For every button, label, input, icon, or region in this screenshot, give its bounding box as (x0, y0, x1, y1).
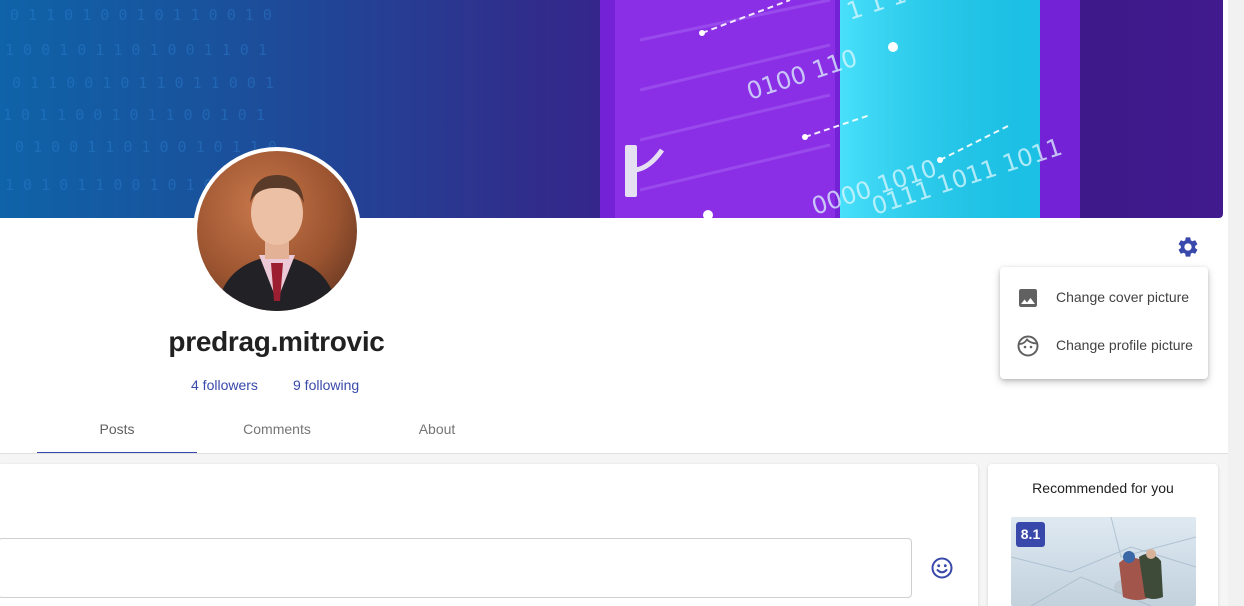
settings-menu: Change cover picture Change profile pict… (1000, 267, 1208, 379)
rating-badge: 8.1 (1016, 522, 1045, 547)
change-profile-picture-label: Change profile picture (1056, 337, 1193, 353)
svg-text:0 1 0 0 1 1 0 1 0 0 1 0 1 1 0: 0 1 0 0 1 1 0 1 0 0 1 0 1 1 0 (15, 138, 277, 156)
profile-username: predrag.mitrovic (168, 326, 385, 357)
emoji-icon[interactable] (930, 556, 954, 580)
change-cover-picture-item[interactable]: Change cover picture (1000, 274, 1208, 322)
svg-text:0 1 1 0 0 1 0 1 1 0 1 1 0 0 1: 0 1 1 0 0 1 0 1 1 0 1 1 0 0 1 (12, 74, 274, 92)
following-link[interactable]: 9 following (293, 377, 359, 393)
settings-gear-icon[interactable] (1176, 235, 1200, 259)
tab-about[interactable]: About (357, 412, 517, 454)
face-icon (1016, 334, 1040, 358)
image-icon (1016, 286, 1040, 310)
page-scrollbar-track[interactable] (1228, 0, 1244, 606)
svg-text:0 1 1 0 1 0 0 1 0 1 1 0 0 1 0: 0 1 1 0 1 0 0 1 0 1 1 0 0 1 0 (10, 6, 272, 24)
change-cover-picture-label: Change cover picture (1056, 289, 1190, 305)
recommended-title: Recommended for you (1032, 480, 1174, 496)
tab-comments[interactable]: Comments (197, 412, 357, 454)
cover-picture: 0 1 1 0 1 0 0 1 0 1 1 0 0 1 0 1 0 0 1 0 … (0, 0, 1223, 218)
svg-text:1 0 1 1 0 0 1 0 1 1 0 0 1 0 1: 1 0 1 1 0 0 1 0 1 1 0 0 1 0 1 (3, 106, 265, 124)
tab-posts[interactable]: Posts (37, 412, 197, 454)
new-post-input[interactable] (0, 538, 912, 598)
svg-text:1 0 0 1 0 1 1 0 1 0 0 1 1 0 1: 1 0 0 1 0 1 1 0 1 0 0 1 1 0 1 (5, 41, 267, 59)
profile-avatar[interactable] (193, 147, 361, 315)
avatar-photo (197, 151, 357, 311)
change-profile-picture-item[interactable]: Change profile picture (1000, 322, 1208, 370)
followers-link[interactable]: 4 followers (191, 377, 258, 393)
